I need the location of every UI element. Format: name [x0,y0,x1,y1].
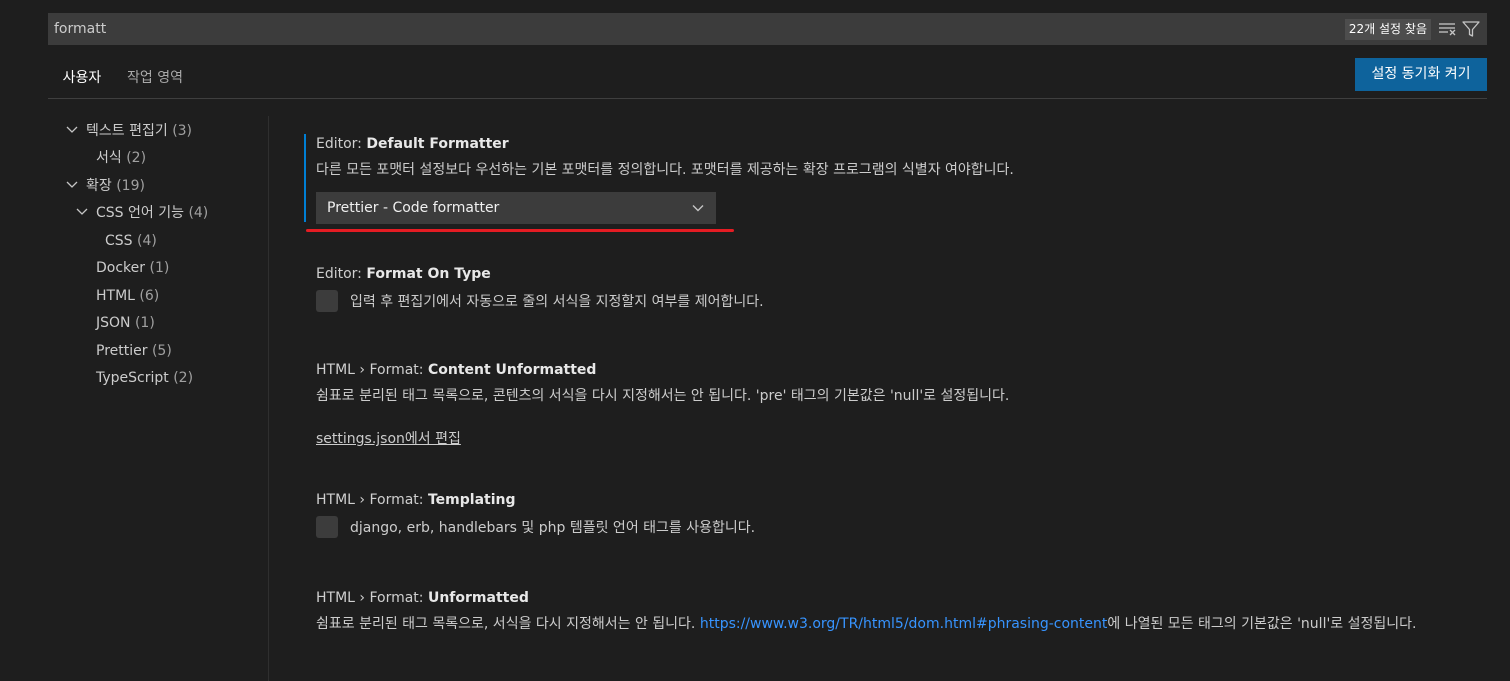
toc-item-label: TypeScript [96,370,169,386]
setting-name: Content Unformatted [427,362,597,378]
edit-in-settings-json-link[interactable]: settings.json에서 편집 [316,428,461,448]
setting-description: django, erb, handlebars 및 php 템플릿 언어 태그를… [350,520,756,536]
toc-item-count: (6) [139,288,160,304]
toc-item-label: 텍스트 편집기 [86,123,168,139]
toc-item-formatting[interactable]: 서식 (2) [96,145,146,172]
toc-item-count: (2) [126,150,147,166]
search-input[interactable]: formatt [54,21,106,37]
toc-divider [268,116,269,681]
chevron-down-icon [76,208,88,215]
toc-item-label: CSS 언어 기능 [96,205,184,221]
toc-item-count: (4) [188,205,209,221]
toc-item-count: (19) [116,178,145,194]
templating-checkbox[interactable] [316,516,338,538]
settings-search-bar[interactable]: formatt 22개 설정 찾음 [48,13,1487,45]
select-value: Prettier - Code formatter [327,200,500,216]
toc-item-html[interactable]: HTML (6) [96,283,159,310]
setting-title: HTML › Format: Unformatted [316,590,529,606]
toc-item-label: Prettier [96,343,148,359]
setting-name: Unformatted [427,590,529,606]
setting-category: Editor: [316,136,367,152]
toc-item-extensions[interactable]: 확장 (19) [64,173,145,200]
search-result-count-badge: 22개 설정 찾음 [1344,19,1431,40]
phrasing-content-link[interactable]: https://www.w3.org/TR/html5/dom.html#phr… [700,616,1108,632]
toc-item-css-language-features[interactable]: CSS 언어 기능 (4) [74,200,208,227]
toc-item-count: (1) [134,315,155,331]
format-on-type-checkbox[interactable] [316,290,338,312]
setting-description: 다른 모든 포맷터 설정보다 우선하는 기본 포맷터를 정의합니다. 포맷터를 … [316,162,1014,178]
toc-item-count: (5) [151,343,172,359]
tab-workspace[interactable]: 작업 영역 [127,64,183,98]
toc-item-text-editor[interactable]: 텍스트 편집기 (3) [64,118,192,145]
toc-item-label: 서식 [96,150,122,166]
toc-item-json[interactable]: JSON (1) [96,310,155,337]
clear-filter-icon[interactable] [1437,19,1457,39]
setting-title: Editor: Default Formatter [316,136,509,152]
description-text: 에 나열된 모든 태그의 기본값은 'null'로 설정됩니다. [1107,616,1417,632]
description-text: 쉼표로 분리된 태그 목록으로, 서식을 다시 지정해서는 안 됩니다. [316,616,700,632]
turn-on-settings-sync-button[interactable]: 설정 동기화 켜기 [1355,58,1487,91]
default-formatter-select[interactable]: Prettier - Code formatter [316,192,716,224]
chevron-down-icon [66,181,78,188]
toc-item-css[interactable]: CSS (4) [105,228,157,255]
red-highlight-underline [306,229,734,232]
toc-item-label: Docker [96,260,146,276]
tabs-divider [48,98,1487,99]
setting-name: Default Formatter [366,136,509,152]
toc-item-label: HTML [96,288,135,304]
toc-item-count: (4) [137,233,157,249]
setting-category: HTML › Format: [316,492,428,508]
toc-item-label: CSS [105,233,133,249]
setting-name: Format On Type [366,266,491,282]
toc-item-count: (1) [149,260,170,276]
toc-item-typescript[interactable]: TypeScript (2) [96,365,193,392]
tab-user[interactable]: 사용자 [48,64,116,99]
toc-item-docker[interactable]: Docker (1) [96,255,169,282]
toc-item-count: (2) [173,370,194,386]
setting-category: Editor: [316,266,367,282]
toc-item-label: JSON [96,315,131,331]
toc-item-label: 확장 [86,178,112,194]
setting-title: HTML › Format: Content Unformatted [316,362,596,378]
setting-name: Templating [427,492,516,508]
setting-category: HTML › Format: [316,590,428,606]
chevron-down-icon [66,126,78,133]
setting-focus-indicator [304,134,306,222]
setting-category: HTML › Format: [316,362,428,378]
setting-description: 쉼표로 분리된 태그 목록으로, 콘텐츠의 서식을 다시 지정해서는 안 됩니다… [316,388,1010,404]
setting-description: 입력 후 편집기에서 자동으로 줄의 서식을 지정할지 여부를 제어합니다. [350,294,764,310]
setting-title: HTML › Format: Templating [316,492,516,508]
toc-item-prettier[interactable]: Prettier (5) [96,338,172,365]
filter-icon[interactable] [1461,19,1481,39]
setting-description: 쉼표로 분리된 태그 목록으로, 서식을 다시 지정해서는 안 됩니다. htt… [316,613,1466,635]
setting-title: Editor: Format On Type [316,266,491,282]
toc-item-count: (3) [172,123,193,139]
chevron-down-icon [692,205,704,212]
